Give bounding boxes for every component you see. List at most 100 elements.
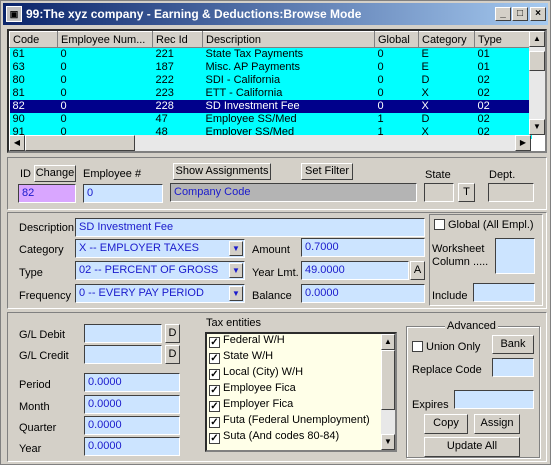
- minimize-icon[interactable]: _: [495, 7, 511, 21]
- tax-entities-list[interactable]: ✓ Federal W/H ✓ State W/H ✓ Local (City) W/H ✓…: [205, 332, 397, 452]
- update-all-button[interactable]: Update All: [424, 437, 520, 457]
- table-row[interactable]: 61 0 221 State Tax Payments 0 E 01: [9, 47, 532, 61]
- tax-scroll-thumb[interactable]: [381, 350, 395, 410]
- chevron-down-icon[interactable]: ▼: [229, 286, 243, 301]
- year-lmt-a-button[interactable]: A: [410, 261, 425, 280]
- table-row[interactable]: 63 0 187 Misc. AP Payments 0 E 01: [9, 60, 532, 74]
- scroll-down-icon[interactable]: ▼: [529, 119, 545, 135]
- state-t-button[interactable]: T: [458, 183, 475, 202]
- table-cell: 0: [374, 60, 419, 74]
- scroll-thumb[interactable]: [529, 51, 545, 71]
- column-header[interactable]: Category: [418, 31, 475, 48]
- balance-field[interactable]: 0.0000: [301, 284, 425, 303]
- scroll-up-icon[interactable]: ▲: [529, 31, 545, 47]
- frequency-select[interactable]: 0 -- EVERY PAY PERIOD ▼: [75, 284, 245, 303]
- scroll-up-icon[interactable]: ▲: [381, 334, 395, 350]
- union-only-label: Union Only: [426, 341, 481, 353]
- bank-button[interactable]: Bank: [492, 335, 534, 354]
- column-header[interactable]: Employee Num...: [57, 31, 153, 48]
- chevron-down-icon[interactable]: ▼: [229, 241, 243, 256]
- gl-credit-d-button[interactable]: D: [165, 345, 180, 364]
- checkmark-icon[interactable]: ✓: [209, 401, 220, 412]
- global-checkbox[interactable]: Global (All Empl.): [434, 219, 534, 231]
- year-lmt-field[interactable]: 49.0000: [301, 261, 409, 280]
- horizontal-scrollbar[interactable]: ◀ ▶: [9, 135, 531, 151]
- chevron-down-icon[interactable]: ▼: [229, 263, 243, 278]
- gl-debit-field[interactable]: [84, 324, 162, 343]
- checkmark-icon[interactable]: ✓: [209, 369, 220, 380]
- type-select[interactable]: 02 -- PERCENT OF GROSS ▼: [75, 261, 245, 280]
- balance-label: Balance: [252, 290, 292, 302]
- table-cell: X: [418, 99, 475, 113]
- column-header[interactable]: Code: [9, 31, 58, 48]
- checkmark-icon[interactable]: ✓: [209, 337, 220, 348]
- quarter-field[interactable]: 0.0000: [84, 416, 180, 435]
- amount-field[interactable]: 0.7000: [301, 238, 425, 257]
- union-only-check-icon[interactable]: [412, 341, 423, 352]
- checkmark-icon[interactable]: ✓: [209, 385, 220, 396]
- global-check-icon[interactable]: [434, 219, 445, 230]
- category-select[interactable]: X -- EMPLOYER TAXES ▼: [75, 239, 245, 258]
- id-field[interactable]: 82: [18, 184, 76, 203]
- gl-credit-field[interactable]: [84, 345, 162, 364]
- tax-entity-item[interactable]: ✓ State W/H: [207, 350, 395, 366]
- show-assignments-button[interactable]: Show Assignments: [173, 163, 271, 180]
- state-label: State: [425, 169, 451, 181]
- scroll-right-icon[interactable]: ▶: [515, 135, 531, 151]
- table-cell: 221: [152, 47, 203, 61]
- tax-entity-item[interactable]: ✓ Employer Fica: [207, 398, 395, 414]
- company-code-field[interactable]: Company Code: [170, 183, 417, 202]
- year-field[interactable]: 0.0000: [84, 437, 180, 456]
- state-field[interactable]: [424, 183, 454, 202]
- scroll-down-icon[interactable]: ▼: [381, 434, 395, 450]
- worksheet-field[interactable]: [495, 238, 535, 274]
- column-header[interactable]: Global: [374, 31, 419, 48]
- table-cell: 0: [57, 112, 153, 126]
- vertical-scrollbar[interactable]: ▲ ▼: [529, 31, 545, 135]
- period-field[interactable]: 0.0000: [84, 373, 180, 392]
- column-header[interactable]: Type: [474, 31, 532, 48]
- table-row[interactable]: 82 0 228 SD Investment Fee 0 X 02: [9, 99, 532, 113]
- include-field[interactable]: [473, 283, 535, 302]
- tax-entity-item[interactable]: ✓ Federal W/H: [207, 334, 395, 350]
- employee-field[interactable]: 0: [83, 184, 163, 203]
- union-only-checkbox[interactable]: Union Only: [412, 341, 480, 353]
- table-row[interactable]: 81 0 223 ETT - California 0 X 02: [9, 86, 532, 100]
- scroll-left-icon[interactable]: ◀: [9, 135, 25, 151]
- description-field[interactable]: SD Investment Fee: [75, 218, 425, 237]
- records-grid[interactable]: Code Employee Num... Rec Id Description Glob…: [7, 29, 547, 153]
- month-field[interactable]: 0.0000: [84, 395, 180, 414]
- tax-entity-item[interactable]: ✓ Employee Fica: [207, 382, 395, 398]
- copy-button[interactable]: Copy: [424, 414, 468, 434]
- tax-scrollbar[interactable]: ▲ ▼: [381, 334, 395, 450]
- table-cell: 0: [57, 99, 153, 113]
- table-row[interactable]: 90 0 47 Employee SS/Med 1 D 02: [9, 112, 532, 126]
- checkmark-icon[interactable]: ✓: [209, 353, 220, 364]
- maximize-icon[interactable]: □: [512, 7, 528, 21]
- table-cell: 61: [9, 47, 58, 61]
- table-cell: 90: [9, 112, 58, 126]
- hscroll-thumb[interactable]: [25, 135, 135, 151]
- close-icon[interactable]: ×: [530, 7, 546, 21]
- column-header[interactable]: Rec Id: [152, 31, 203, 48]
- tax-entity-item[interactable]: ✓ Suta (And codes 80-84): [207, 430, 395, 446]
- table-cell: SD Investment Fee: [202, 99, 375, 113]
- expires-field[interactable]: [454, 390, 534, 409]
- checkmark-icon[interactable]: ✓: [209, 433, 220, 444]
- tax-entity-item[interactable]: ✓ Local (City) W/H: [207, 366, 395, 382]
- change-button[interactable]: Change: [34, 165, 76, 182]
- period-label: Period: [19, 379, 51, 391]
- assign-button[interactable]: Assign: [474, 414, 520, 434]
- table-cell: SDI - California: [202, 73, 375, 87]
- table-row[interactable]: 80 0 222 SDI - California 0 D 02: [9, 73, 532, 87]
- year-label: Year: [19, 443, 42, 455]
- gl-debit-d-button[interactable]: D: [165, 324, 180, 343]
- tax-entity-item[interactable]: ✓ Futa (Federal Unemployment): [207, 414, 395, 430]
- tax-entity-label: Local (City) W/H: [223, 366, 304, 378]
- set-filter-button[interactable]: Set Filter: [301, 163, 353, 180]
- column-header[interactable]: Description: [202, 31, 375, 48]
- dept-field[interactable]: [488, 183, 534, 202]
- checkmark-icon[interactable]: ✓: [209, 417, 220, 428]
- replace-code-field[interactable]: [492, 358, 534, 377]
- table-cell: 0: [374, 86, 419, 100]
